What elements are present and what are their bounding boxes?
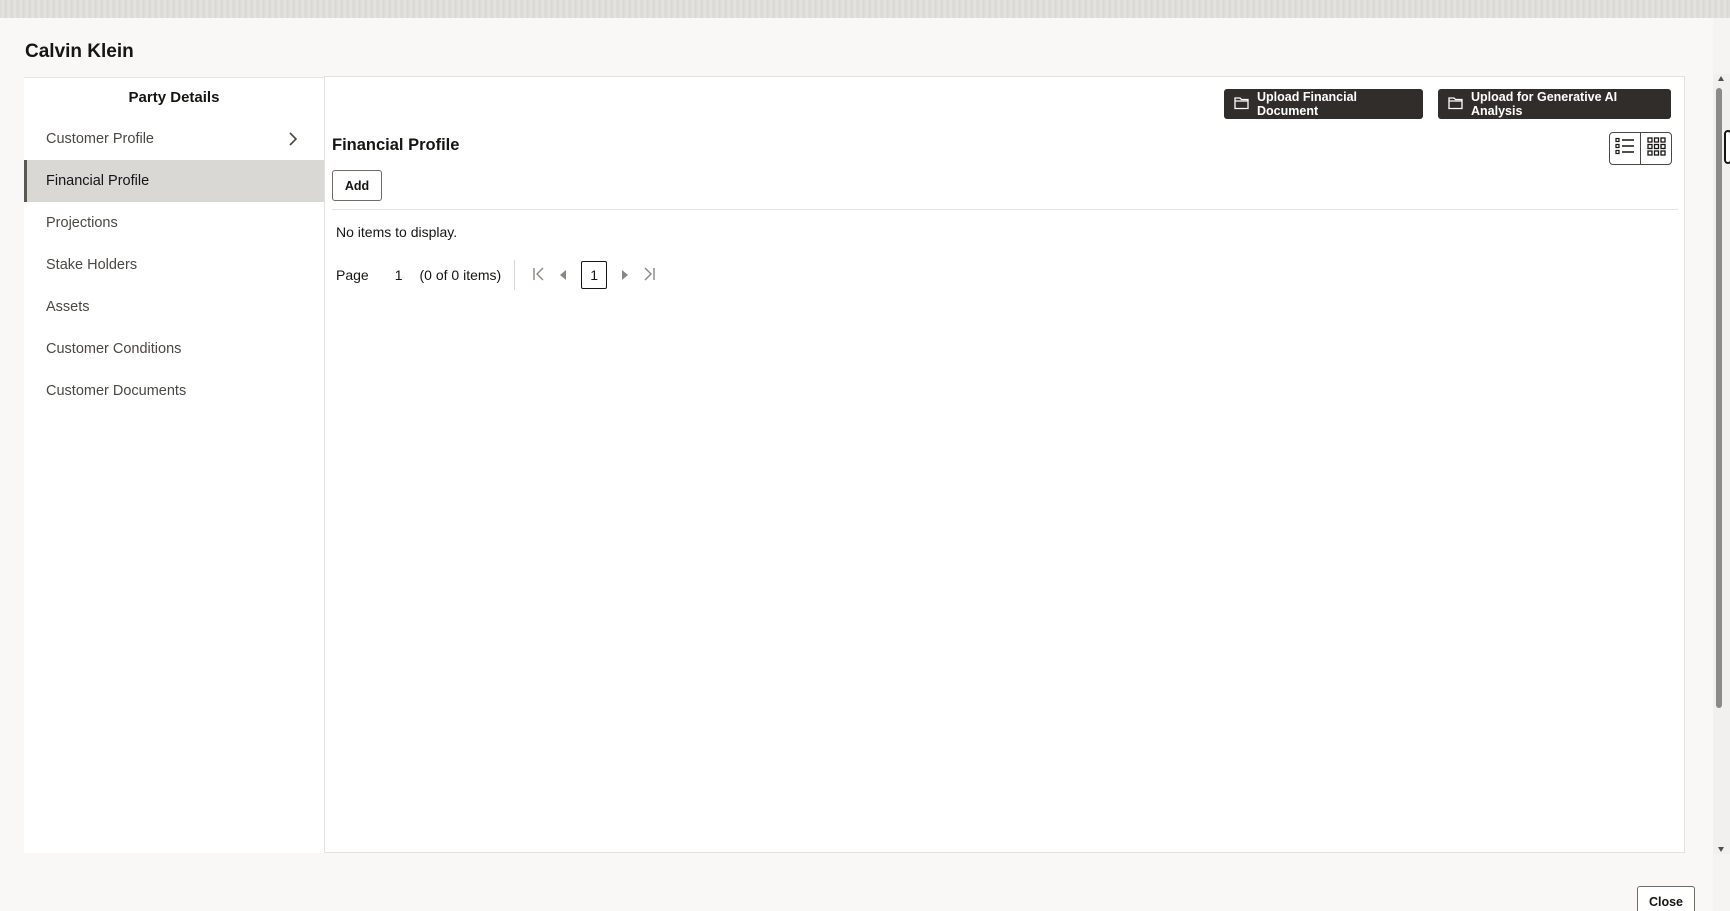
upload-generative-ai-analysis-label: Upload for Generative AI Analysis: [1471, 90, 1618, 118]
party-details-dialog: Calvin Klein Party Details Customer Prof…: [0, 18, 1713, 911]
current-page-button[interactable]: 1: [581, 261, 608, 289]
first-page-button[interactable]: [527, 263, 551, 287]
close-button[interactable]: Close: [1637, 886, 1695, 911]
pagination-separator: [514, 260, 516, 290]
grid-view-button[interactable]: [1640, 133, 1671, 164]
upload-financial-document-label: Upload Financial Document: [1257, 90, 1358, 118]
vertical-scrollbar[interactable]: [1713, 74, 1730, 854]
divider: [332, 209, 1678, 210]
scrollbar-thumb[interactable]: [1716, 88, 1722, 708]
sidebar-item-label: Stake Holders: [46, 257, 138, 273]
view-mode-toggle: [1609, 132, 1672, 165]
sidebar-item-label: Assets: [46, 299, 90, 315]
caret-right-icon: [621, 267, 629, 283]
add-button[interactable]: Add: [332, 170, 382, 201]
resize-handle[interactable]: [1724, 130, 1730, 164]
chevron-right-icon: [288, 118, 298, 160]
sidebar-item-label: Projections: [46, 215, 118, 231]
sidebar-item-customer-conditions[interactable]: Customer Conditions: [24, 328, 324, 370]
sidebar: Party Details Customer Profile Financial…: [24, 77, 324, 853]
sidebar-item-label: Customer Profile: [46, 131, 154, 147]
financial-profile-panel: Upload Financial Document Upload for Gen…: [324, 76, 1685, 853]
upload-financial-document-button[interactable]: Upload Financial Document: [1224, 89, 1423, 119]
page-label: Page: [336, 267, 369, 283]
sidebar-item-customer-profile[interactable]: Customer Profile: [24, 118, 324, 160]
sidebar-item-label: Customer Conditions: [46, 341, 182, 357]
dialog-title: Calvin Klein: [25, 41, 134, 62]
upload-generative-ai-analysis-button[interactable]: Upload for Generative AI Analysis: [1438, 89, 1671, 119]
next-page-button[interactable]: [613, 263, 637, 287]
sidebar-item-customer-documents[interactable]: Customer Documents: [24, 370, 324, 412]
sidebar-item-stake-holders[interactable]: Stake Holders: [24, 244, 324, 286]
list-view-icon: [1615, 137, 1635, 160]
sidebar-item-projections[interactable]: Projections: [24, 202, 324, 244]
sidebar-item-assets[interactable]: Assets: [24, 286, 324, 328]
empty-message: No items to display.: [336, 224, 458, 240]
section-title: Financial Profile: [332, 136, 460, 154]
pagination: Page 1 (0 of 0 items) 1: [336, 260, 661, 290]
items-summary: (0 of 0 items): [419, 267, 502, 283]
list-view-button[interactable]: [1610, 133, 1640, 164]
first-page-icon: [532, 267, 546, 284]
scroll-down-arrow-icon[interactable]: [1718, 847, 1724, 852]
sidebar-item-label: Customer Documents: [46, 383, 187, 399]
sidebar-item-financial-profile[interactable]: Financial Profile: [24, 160, 324, 202]
grid-view-icon: [1646, 136, 1666, 161]
last-page-icon: [642, 267, 656, 284]
last-page-button[interactable]: [637, 263, 661, 287]
scroll-up-arrow-icon[interactable]: [1718, 76, 1724, 81]
previous-page-button[interactable]: [551, 263, 575, 287]
window-top-strip: [0, 0, 1730, 18]
folder-icon: [1448, 96, 1464, 113]
page-number-input[interactable]: 1: [395, 267, 403, 283]
sidebar-heading: Party Details: [128, 89, 220, 106]
sidebar-item-label: Financial Profile: [46, 173, 150, 189]
caret-left-icon: [559, 267, 567, 283]
folder-icon: [1234, 96, 1250, 113]
